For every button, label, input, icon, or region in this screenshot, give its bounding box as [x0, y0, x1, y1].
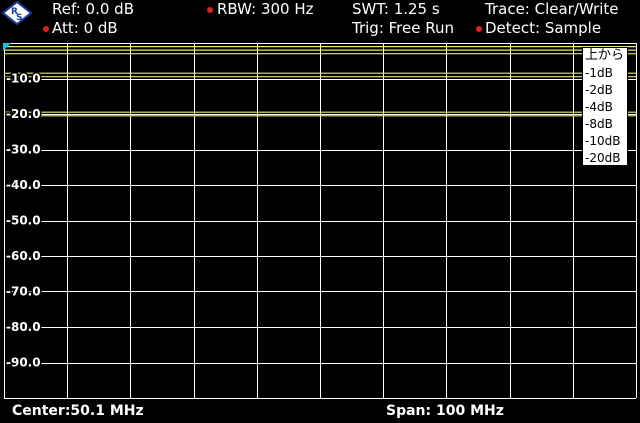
spectrum-plot: -10.0 -20.0 -30.0 -40.0 -50.0 -60.0 -70.0 -80.0…	[0, 40, 640, 400]
legend-item: -2dB	[585, 83, 613, 97]
y-tick-label: -60.0	[6, 249, 41, 263]
trigger-label: Trig: Free Run	[352, 19, 454, 37]
detect-indicator-dot	[476, 26, 482, 32]
rohde-schwarz-logo-icon: R S	[2, 1, 32, 25]
detector-label: Detect: Sample	[485, 19, 602, 37]
rbw-label: RBW: 300 Hz	[217, 0, 314, 18]
legend-item: -4dB	[585, 100, 613, 114]
legend-title: 上から	[585, 48, 625, 63]
att-indicator-dot	[43, 26, 49, 32]
legend-item: -1dB	[585, 66, 613, 80]
span-label: Span: 100 MHz	[386, 403, 504, 419]
instrument-header: R S Ref: 0.0 dB Att: 0 dB RBW: 300 Hz SW…	[0, 0, 640, 40]
center-frequency-label: Center:50.1 MHz	[12, 403, 144, 419]
y-tick-label: -70.0	[6, 285, 41, 299]
rbw-indicator-dot	[207, 7, 213, 13]
trace-legend: 上から -1dB -2dB -4dB -8dB -10dB -20dB	[582, 47, 628, 166]
y-tick-label: -90.0	[6, 356, 41, 370]
legend-item: -20dB	[585, 151, 621, 165]
y-tick-label: -20.0	[6, 107, 41, 121]
svg-text:S: S	[16, 13, 22, 23]
sweep-time-label: SWT: 1.25 s	[352, 0, 440, 18]
trace-mode-label: Trace: Clear/Write	[485, 0, 619, 18]
attenuation-label: Att: 0 dB	[52, 19, 118, 37]
y-tick-label: -40.0	[6, 178, 41, 192]
y-tick-label: -50.0	[6, 214, 41, 228]
y-tick-label: -30.0	[6, 143, 41, 157]
instrument-footer: Center:50.1 MHz Span: 100 MHz	[0, 400, 640, 423]
y-tick-label: -80.0	[6, 320, 41, 334]
y-axis-tick-labels: -10.0 -20.0 -30.0 -40.0 -50.0 -60.0 -70.0 -80.0…	[5, 70, 43, 371]
legend-item: -10dB	[585, 134, 621, 148]
ref-level-label: Ref: 0.0 dB	[52, 0, 134, 18]
y-tick-label: -10.0	[6, 72, 41, 86]
legend-item: -8dB	[585, 117, 613, 131]
